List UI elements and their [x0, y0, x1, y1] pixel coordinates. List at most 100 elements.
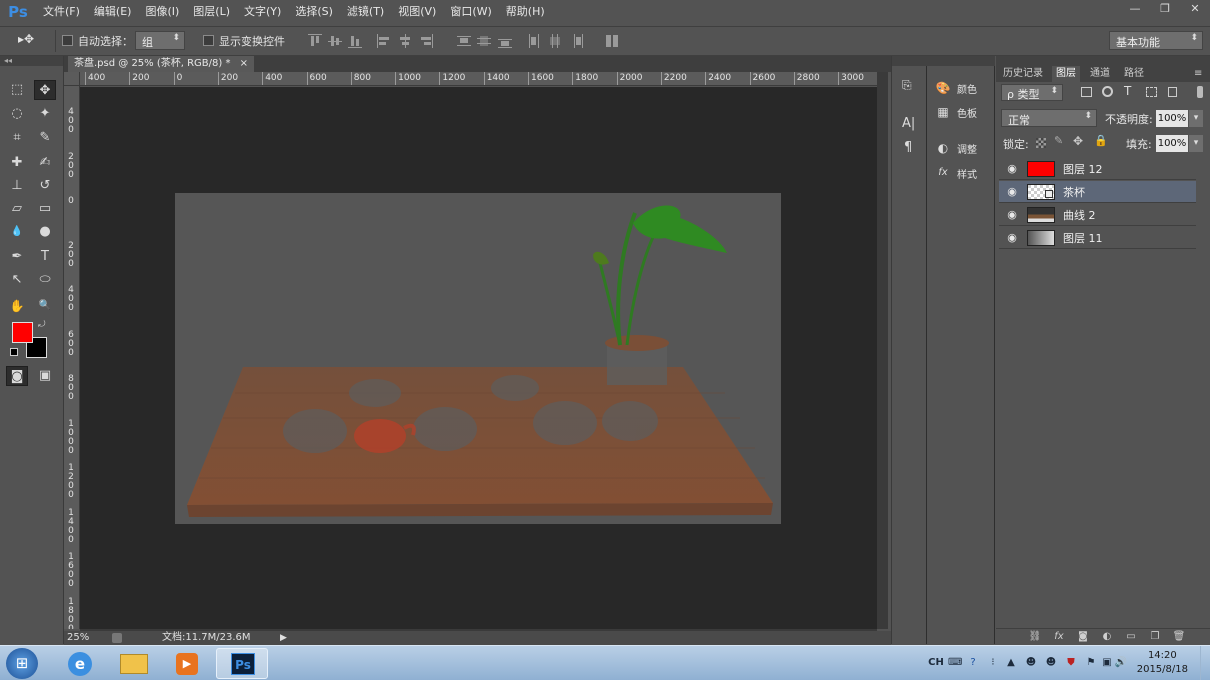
- restore-button[interactable]: ❐: [1150, 0, 1180, 18]
- visibility-eye-icon[interactable]: ◉: [1005, 208, 1019, 222]
- opacity-slider-toggle[interactable]: ▾: [1189, 110, 1203, 127]
- delete-layer-icon[interactable]: 🗑: [1172, 630, 1186, 644]
- distribute-bottom-icon[interactable]: [498, 34, 512, 48]
- brush-tool[interactable]: ✍: [34, 153, 56, 173]
- document-tab[interactable]: 茶盘.psd @ 25% (茶杯, RGB/8) * ×: [68, 56, 255, 72]
- align-left-icon[interactable]: [377, 34, 391, 48]
- lock-pixels-icon[interactable]: ✎: [1054, 134, 1063, 147]
- auto-align-layers-icon[interactable]: [605, 34, 619, 48]
- network-icon[interactable]: ▣: [1100, 656, 1114, 670]
- visibility-eye-icon[interactable]: ◉: [1005, 162, 1019, 176]
- lock-all-icon[interactable]: 🔒: [1094, 134, 1108, 147]
- align-hcenter-icon[interactable]: [398, 34, 412, 48]
- menu-help[interactable]: 帮助(H): [499, 0, 552, 24]
- pen-tool[interactable]: ✒: [6, 247, 28, 267]
- opacity-input[interactable]: 100%: [1156, 110, 1188, 127]
- align-top-icon[interactable]: [308, 34, 322, 48]
- filter-toggle-switch[interactable]: [1197, 86, 1203, 98]
- tab-history[interactable]: 历史记录: [999, 66, 1047, 82]
- menu-image[interactable]: 图像(I): [138, 0, 186, 24]
- filter-smart-object-icon[interactable]: [1168, 87, 1177, 97]
- healing-brush-tool[interactable]: ✚: [6, 153, 28, 173]
- distribute-right-icon[interactable]: [569, 34, 583, 48]
- auto-select-checkbox[interactable]: [62, 35, 73, 46]
- dock-header[interactable]: [927, 56, 995, 66]
- close-tab-icon[interactable]: ×: [240, 58, 248, 69]
- link-layers-icon[interactable]: ⛓: [1028, 630, 1042, 644]
- new-adjustment-layer-icon[interactable]: ◐: [1100, 630, 1114, 644]
- color-panel-button[interactable]: 🎨 颜色: [935, 78, 977, 98]
- distribute-hcenter-icon[interactable]: [548, 34, 562, 48]
- options-icon[interactable]: ⁝: [986, 656, 1000, 670]
- vertical-scrollbar[interactable]: [877, 72, 888, 629]
- layer-style-icon[interactable]: fx: [1052, 630, 1066, 644]
- system-clock[interactable]: 14:20 2015/8/18: [1137, 649, 1188, 677]
- filter-adjustment-icon[interactable]: [1102, 86, 1113, 97]
- layer-row[interactable]: ◉ 图层 12: [999, 158, 1196, 180]
- tab-paths[interactable]: 路径: [1120, 66, 1148, 82]
- strip-header[interactable]: [892, 56, 928, 66]
- menu-file[interactable]: 文件(F): [36, 0, 87, 24]
- dodge-tool[interactable]: ●: [34, 222, 56, 242]
- menu-filter[interactable]: 滤镜(T): [340, 0, 391, 24]
- align-right-icon[interactable]: [419, 34, 433, 48]
- tab-layers[interactable]: 图层: [1052, 66, 1080, 82]
- security-icon[interactable]: ⛊: [1064, 656, 1078, 670]
- layer-row[interactable]: ◉ 曲线 2: [999, 204, 1196, 226]
- panel-collapse-arrows[interactable]: ◂◂: [0, 56, 63, 66]
- photoshop-icon[interactable]: Ps: [216, 648, 268, 679]
- align-bottom-icon[interactable]: [348, 34, 362, 48]
- lock-position-icon[interactable]: ✥: [1073, 134, 1083, 148]
- character-panel-icon[interactable]: A|: [902, 116, 915, 131]
- help-icon[interactable]: ?: [966, 656, 980, 670]
- layer-row[interactable]: ◉ 茶杯: [999, 181, 1196, 203]
- screen-mode-button[interactable]: ▣: [34, 366, 56, 386]
- layers-panel-header[interactable]: [996, 56, 1210, 66]
- zoom-tool[interactable]: 🔍: [34, 296, 56, 316]
- gradient-tool[interactable]: ▭: [34, 199, 56, 219]
- filter-shape-icon[interactable]: [1146, 87, 1157, 97]
- quick-mask-button[interactable]: ◙: [6, 366, 28, 386]
- menu-view[interactable]: 视图(V): [391, 0, 443, 24]
- menu-type[interactable]: 文字(Y): [237, 0, 288, 24]
- auto-select-dropdown[interactable]: 组 ⬍: [135, 31, 185, 50]
- move-tool[interactable]: ✥: [34, 80, 56, 100]
- panel-menu-icon[interactable]: ≡: [1190, 66, 1206, 82]
- paragraph-panel-icon[interactable]: ¶: [904, 140, 912, 155]
- menu-layer[interactable]: 图层(L): [186, 0, 237, 24]
- distribute-top-icon[interactable]: [457, 34, 471, 48]
- menu-select[interactable]: 选择(S): [288, 0, 340, 24]
- filter-pixel-icon[interactable]: [1081, 87, 1092, 97]
- document-canvas[interactable]: [175, 193, 781, 524]
- explorer-icon[interactable]: [108, 648, 160, 679]
- default-colors-icon[interactable]: [10, 348, 18, 356]
- visibility-eye-icon[interactable]: ◉: [1005, 185, 1019, 199]
- styles-panel-button[interactable]: fx 样式: [935, 163, 977, 183]
- new-group-icon[interactable]: ▭: [1124, 630, 1138, 644]
- tab-channels[interactable]: 通道: [1086, 66, 1114, 82]
- close-button[interactable]: ✕: [1180, 0, 1210, 18]
- crop-tool[interactable]: ⌗: [6, 128, 28, 148]
- layer-row[interactable]: ◉ 图层 11: [999, 227, 1196, 249]
- lasso-tool[interactable]: ◌: [6, 104, 28, 124]
- distribute-vcenter-icon[interactable]: [477, 34, 491, 48]
- magic-wand-tool[interactable]: ✦: [34, 104, 56, 124]
- blend-mode-dropdown[interactable]: 正常 ⬍: [1001, 109, 1097, 127]
- add-mask-icon[interactable]: ◙: [1076, 630, 1090, 644]
- menu-window[interactable]: 窗口(W): [443, 0, 498, 24]
- hand-tool[interactable]: ✋: [6, 296, 28, 316]
- fill-input[interactable]: 100%: [1156, 135, 1188, 152]
- menu-edit[interactable]: 编辑(E): [87, 0, 139, 24]
- volume-icon[interactable]: 🔊: [1114, 656, 1128, 670]
- distribute-left-icon[interactable]: [527, 34, 541, 48]
- show-desktop-button[interactable]: [1200, 646, 1210, 680]
- ime-indicator[interactable]: CH: [928, 656, 944, 670]
- adjustments-panel-button[interactable]: ◐ 调整: [935, 138, 977, 158]
- eyedropper-tool[interactable]: ✎: [34, 128, 56, 148]
- keyboard-icon[interactable]: ⌨: [948, 656, 962, 670]
- history-panel-icon[interactable]: ⎘: [902, 78, 912, 93]
- minimize-button[interactable]: —: [1120, 0, 1150, 18]
- filter-type-icon[interactable]: T: [1124, 84, 1131, 98]
- media-player-icon[interactable]: ▶: [162, 648, 214, 679]
- show-transform-checkbox[interactable]: [203, 35, 214, 46]
